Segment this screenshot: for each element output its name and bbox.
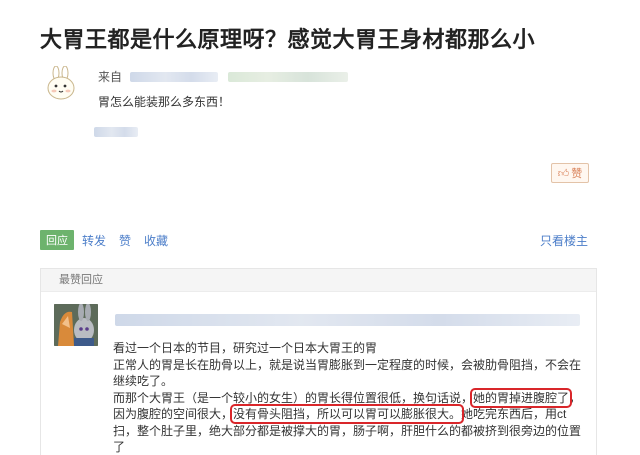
reply-avatar[interactable] [54,304,98,346]
reply-line: 看过一个日本的节目，研究过一个日本大胃王的胃 [113,341,378,355]
question-meta: 来自 [98,68,349,85]
question-body: 胃怎么能装那么多东西！ [98,95,231,109]
like-button-label: 赞 [571,168,583,180]
page-title: 大胃王都是什么原理呀？感觉大胃王身材都那么小 [40,27,536,52]
blurred-reply-meta [115,314,580,326]
forward-link[interactable]: 转发 [82,232,106,249]
user-avatar[interactable] [44,65,78,100]
reply-button[interactable]: 回应 [40,230,74,250]
from-label: 来自 [98,70,123,84]
zootopia-avatar-icon [54,304,98,346]
collect-link[interactable]: 收藏 [144,232,168,249]
highlighted-phrase: 没有骨头阻挡，所以可以胃可以膨胀很大。 [230,404,465,424]
blurred-question-extra [94,127,138,137]
only-owner-link[interactable]: 只看楼主 [540,232,588,249]
best-reply-text: 看过一个日本的节目，研究过一个日本大胃王的胃 正常人的胃是长在肋骨以上，就是说当… [113,340,588,455]
thumbs-up-icon: 👍︎ [557,167,570,180]
bunny-avatar-icon [47,65,75,100]
reply-text-segment: 而那个大胃王（是一个较小的女生）的胃长得位置很低，换句话说， [113,390,474,405]
question-actions: 回应 转发 赞 收藏 [40,230,181,250]
reply-line: 正常人的胃是长在肋骨以上，就是说当胃膨胀到一定程度的时候，会被肋骨阻挡，不会在继… [113,357,582,389]
reply-paragraph: 而那个大胃王（是一个较小的女生）的胃长得位置很低，换句话说，她的胃掉进腹腔了，因… [113,387,588,455]
like-button[interactable]: 👍︎ 赞 [551,163,589,183]
best-reply-header: 最赞回应 [41,269,596,292]
blurred-meta [228,71,349,82]
highlighted-phrase: 她的胃掉进腹腔了 [470,387,573,408]
blurred-username[interactable] [130,71,219,82]
like-link[interactable]: 赞 [119,232,131,249]
